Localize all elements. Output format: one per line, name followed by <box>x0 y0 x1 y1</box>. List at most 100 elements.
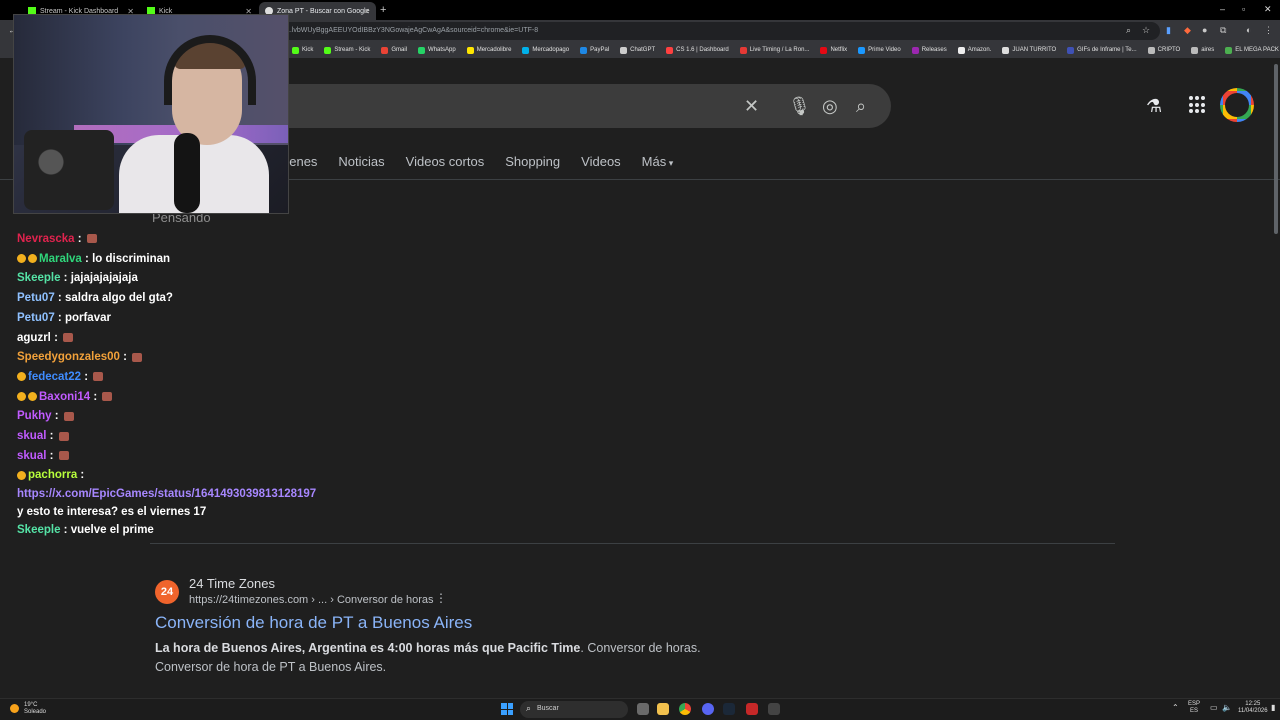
chat-username[interactable]: Speedygonzales00 <box>17 351 120 363</box>
emote-icon <box>58 431 69 441</box>
chat-username[interactable]: Pukhy <box>17 410 52 422</box>
bookmark-label: JUAN TURRITO <box>1012 47 1057 53</box>
chat-username[interactable]: pachorra <box>28 469 77 481</box>
bookmark-favicon-icon <box>620 46 628 54</box>
result-title-link[interactable]: Conversión de hora de PT a Buenos Aires <box>155 613 472 633</box>
new-tab-button[interactable]: + <box>380 4 386 16</box>
bookmark-label: Live Timing / La Ron... <box>749 47 810 53</box>
chrome-icon[interactable] <box>679 703 691 715</box>
profile-icon[interactable]: ◐ <box>1246 25 1251 35</box>
chat-username[interactable]: Baxoni14 <box>39 391 90 403</box>
close-window-icon[interactable]: ✕ <box>1264 4 1272 15</box>
language-indicator[interactable]: ESP ES <box>1188 701 1200 715</box>
minimize-icon[interactable]: – <box>1220 4 1225 14</box>
extension-icon[interactable]: ◆ <box>1184 25 1191 36</box>
app-icon[interactable] <box>768 703 780 715</box>
tab-more[interactable]: Más <box>642 154 674 174</box>
address-bar[interactable]: ...lvbWUyBggAEEUYOdIBBzY3NGowajeAgCwAgA&… <box>260 22 1160 40</box>
chat-username[interactable]: Petu07 <box>17 312 55 324</box>
microphone-icon[interactable]: 🎙 <box>788 96 811 116</box>
bookmark-item[interactable]: CS 1.6 | Dashboard <box>666 46 729 54</box>
bookmark-item[interactable]: Amazon. <box>957 46 991 54</box>
bookmark-label: Releases <box>921 47 947 53</box>
more-options-icon[interactable]: ⋮ <box>435 591 447 605</box>
bookmark-star-icon[interactable]: ☆ <box>1142 25 1150 36</box>
extension-icon[interactable]: ● <box>1202 25 1207 35</box>
notification-icon[interactable]: ▮ <box>1271 704 1275 712</box>
chat-message: pachorra : <box>17 466 247 486</box>
bookmark-item[interactable]: Netflix <box>820 46 847 54</box>
task-view-icon[interactable] <box>637 703 649 715</box>
zoom-icon[interactable]: ⌕ <box>1126 25 1131 36</box>
search-icon[interactable]: ⌕ <box>856 96 866 116</box>
chat-username[interactable]: Petu07 <box>17 292 55 304</box>
scrollbar[interactable] <box>1274 64 1278 234</box>
site-favicon: 24 <box>155 580 179 604</box>
tab-videos[interactable]: Videos <box>581 154 621 174</box>
chat-username[interactable]: Nevrascka <box>17 233 75 245</box>
chat-link[interactable]: https://x.com/EpicGames/status/164149303… <box>17 488 316 500</box>
emote-icon <box>132 352 143 362</box>
camera-lens-icon[interactable]: ◎ <box>822 96 838 116</box>
bookmark-favicon-icon <box>858 46 866 54</box>
discord-icon[interactable] <box>702 703 714 715</box>
bookmark-item[interactable]: ChatGPT <box>620 46 655 54</box>
start-icon[interactable] <box>501 703 513 715</box>
weather-temp: 19°C <box>24 702 38 708</box>
account-avatar[interactable] <box>1220 88 1254 122</box>
bookmark-item[interactable]: WhatsApp <box>418 46 456 54</box>
chat-username[interactable]: Skeeple <box>17 272 60 284</box>
bookmark-item[interactable]: PayPal <box>580 46 609 54</box>
bookmark-item[interactable]: EL MEGA PACK PAP... <box>1225 46 1280 54</box>
close-icon[interactable]: ✕ <box>363 7 370 16</box>
labs-flask-icon[interactable]: ⚗ <box>1146 96 1162 117</box>
weather-widget[interactable]: 19°C Soleado <box>10 702 46 716</box>
google-apps-icon[interactable] <box>1189 96 1207 114</box>
bookmark-label: aires <box>1201 47 1215 53</box>
chat-username[interactable]: skual <box>17 450 46 462</box>
bookmark-item[interactable]: CRIPTO <box>1147 46 1180 54</box>
chat-message: fedecat22 : <box>17 368 247 388</box>
bookmark-favicon-icon <box>739 46 747 54</box>
bookmark-item[interactable]: Mercadolibre <box>466 46 511 54</box>
bookmark-item[interactable]: Live Timing / La Ron... <box>739 46 810 54</box>
chat-username[interactable]: Maralva <box>39 253 82 265</box>
maximize-icon[interactable]: ▫ <box>1242 4 1245 14</box>
app-icon[interactable] <box>746 703 758 715</box>
chat-message: Pukhy : <box>17 407 247 427</box>
chat-username[interactable]: Skeeple <box>17 524 60 536</box>
steam-icon[interactable] <box>723 703 735 715</box>
extensions-puzzle-icon[interactable]: ⧉ <box>1220 25 1226 36</box>
bookmark-item[interactable]: Kick <box>292 46 313 54</box>
tab-news[interactable]: Noticias <box>338 154 384 174</box>
taskbar-search[interactable]: Buscar <box>520 701 628 718</box>
bookmark-item[interactable]: Prime Video <box>858 46 901 54</box>
bookmark-favicon-icon <box>1191 46 1199 54</box>
file-explorer-icon[interactable] <box>657 703 669 715</box>
bookmark-item[interactable]: JUAN TURRITO <box>1002 46 1057 54</box>
bookmark-item[interactable]: Releases <box>911 46 947 54</box>
chat-username[interactable]: skual <box>17 430 46 442</box>
emote-icon <box>102 392 113 402</box>
bookmark-item[interactable]: Stream - Kick <box>324 46 370 54</box>
chat-username[interactable]: aguzrl <box>17 332 51 344</box>
result-site-name[interactable]: 24 Time Zones <box>189 576 275 591</box>
tab-short-videos[interactable]: Videos cortos <box>406 154 485 174</box>
bookmark-favicon-icon <box>522 46 530 54</box>
lang-bottom: ES <box>1190 708 1199 714</box>
extension-icon[interactable]: ▮ <box>1166 25 1171 36</box>
bookmark-item[interactable]: aires <box>1191 46 1215 54</box>
bookmark-item[interactable]: GIFs de Inframe | Te... <box>1067 46 1137 54</box>
volume-icon[interactable]: 🔈 <box>1222 704 1232 712</box>
bookmark-item[interactable]: Mercadopago <box>522 46 569 54</box>
bookmark-item[interactable]: Gmail <box>381 46 407 54</box>
clock[interactable]: 12:25 11/04/2026 <box>1238 701 1268 715</box>
menu-kebab-icon[interactable]: ⋮ <box>1264 25 1273 36</box>
result-url[interactable]: https://24timezones.com › ... › Converso… <box>189 594 434 606</box>
clear-icon[interactable]: ✕ <box>744 96 759 116</box>
chat-username[interactable]: fedecat22 <box>28 371 81 383</box>
network-icon[interactable]: ▭ <box>1210 704 1218 712</box>
tab-shopping[interactable]: Shopping <box>505 154 560 174</box>
emote-icon <box>58 451 69 461</box>
tray-chevron-icon[interactable]: ⌃ <box>1172 704 1179 712</box>
